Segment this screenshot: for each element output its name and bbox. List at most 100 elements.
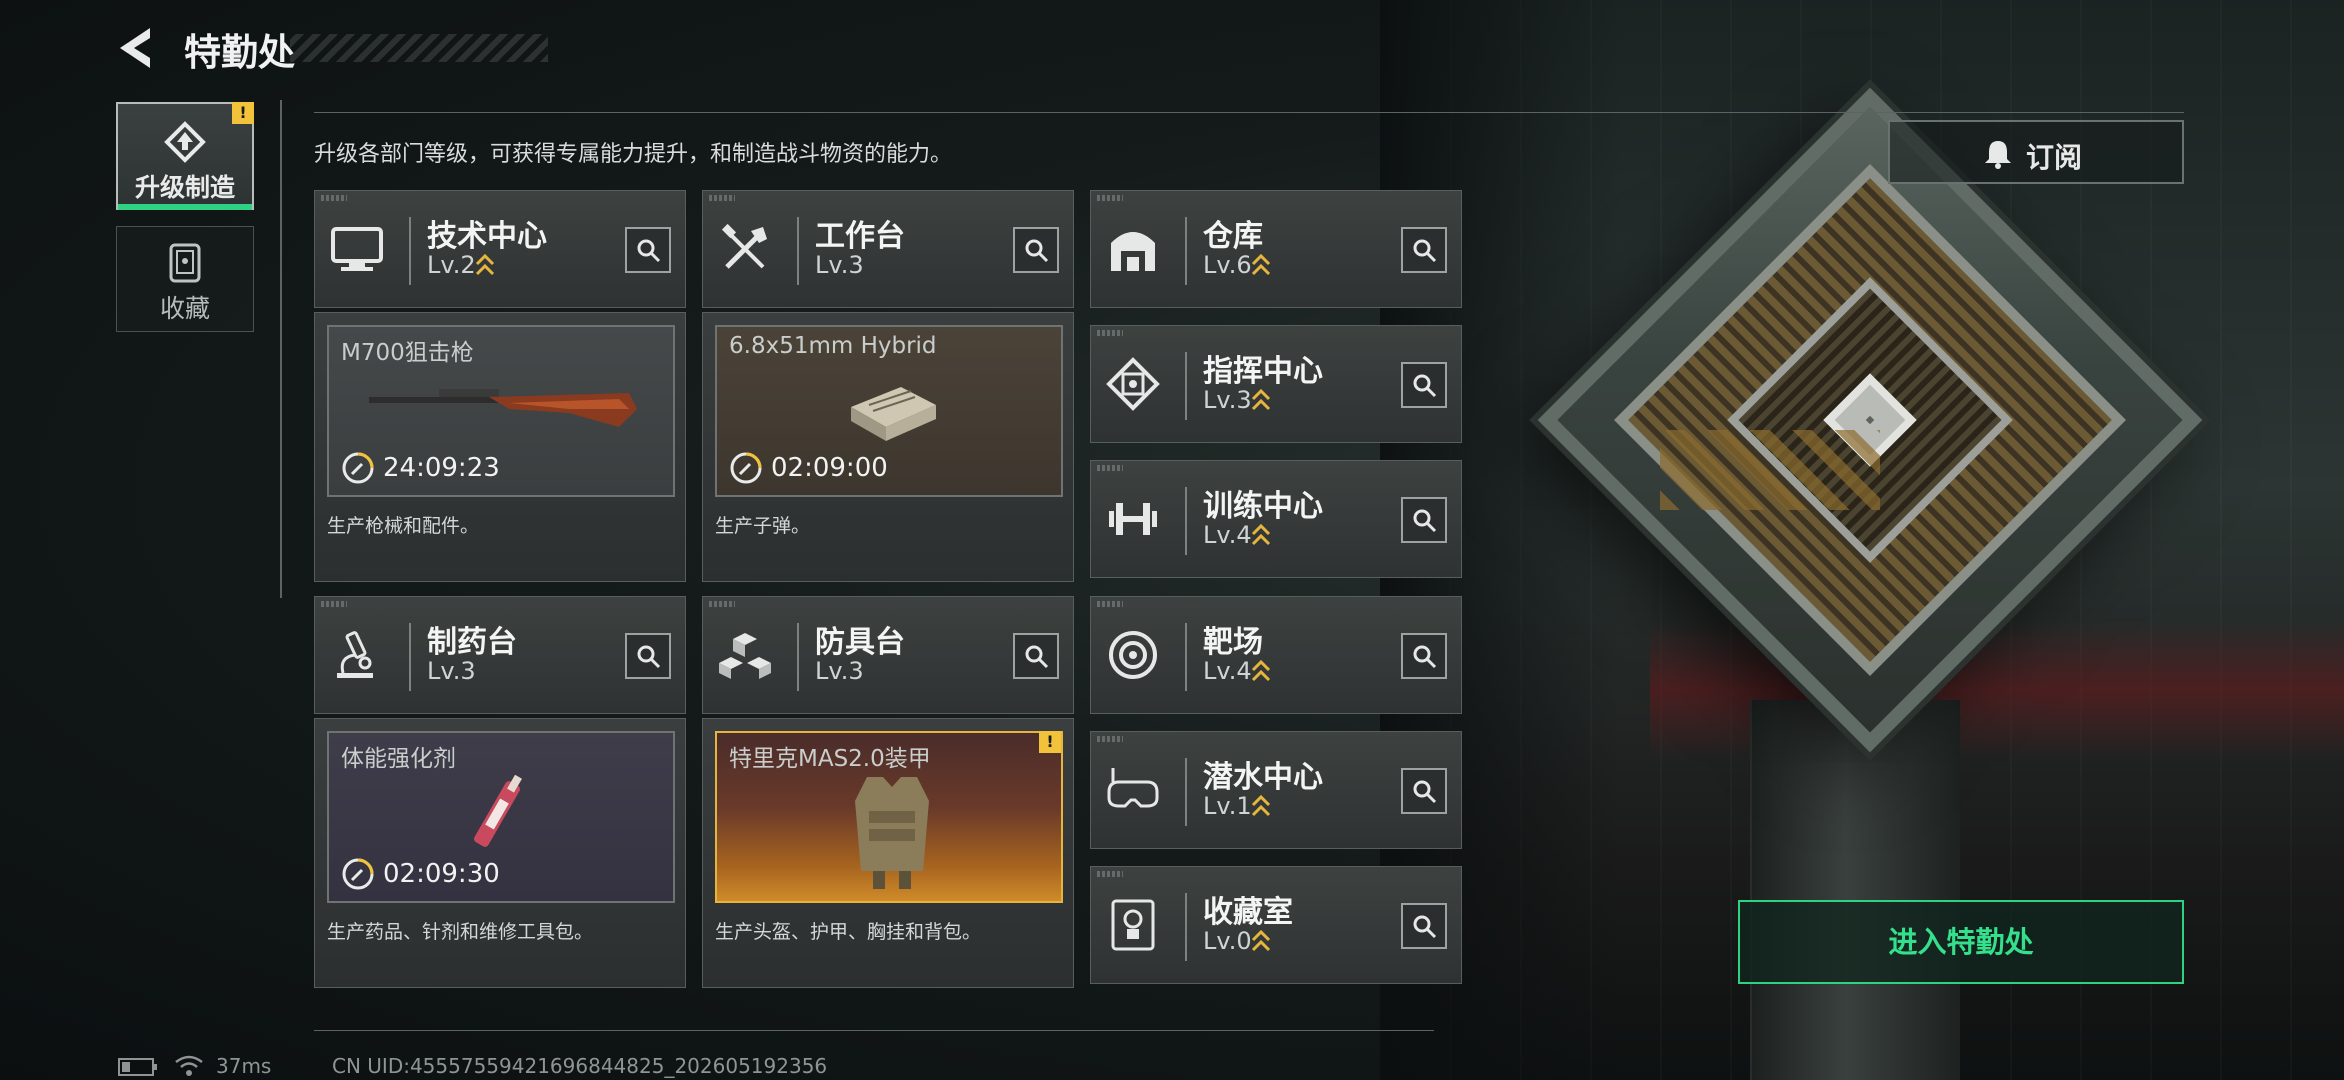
- upgrade-chevron-icon: [1251, 659, 1271, 682]
- bell-icon: [1985, 141, 2011, 169]
- dept-card-warehouse[interactable]: 仓库 Lv.6: [1090, 190, 1462, 308]
- dept-detail-button[interactable]: [1401, 633, 1447, 679]
- wifi-icon: [175, 1055, 203, 1076]
- production-card-armor[interactable]: 特里克MAS2.0装甲 ! 生产头盔、护甲、胸挂和背包。: [702, 718, 1074, 988]
- dept-name: 指挥中心: [1203, 354, 1323, 389]
- production-item-name: 特里克MAS2.0装甲: [729, 746, 931, 772]
- wrench-timer-icon: [342, 858, 374, 890]
- dumbbell-icon: [1109, 503, 1157, 535]
- dept-level: Lv.0: [1203, 927, 1252, 955]
- dept-detail-button[interactable]: [1401, 768, 1447, 814]
- subscribe-label: 订阅: [2026, 141, 2083, 174]
- production-timer: 24:09:23: [383, 453, 500, 483]
- dept-card-diving-center[interactable]: 潜水中心 Lv.1: [1090, 731, 1462, 849]
- dept-level: Lv.3: [1203, 386, 1252, 414]
- dept-detail-button[interactable]: [1401, 227, 1447, 273]
- production-card-ammo[interactable]: 6.8x51mm Hybrid 02:09:00 生产子弹。: [702, 312, 1074, 582]
- search-icon: [1413, 645, 1437, 669]
- tools-icon: [721, 223, 767, 269]
- production-preview[interactable]: M700狙击枪 24:09:23: [327, 325, 675, 497]
- production-preview[interactable]: 6.8x51mm Hybrid 02:09:00: [715, 325, 1063, 497]
- dept-name: 制药台: [427, 625, 517, 660]
- dept-card-tech-center[interactable]: 技术中心 Lv.2: [314, 190, 686, 308]
- dept-level: Lv.2: [427, 251, 476, 279]
- dept-level: Lv.3: [815, 251, 864, 279]
- command-chip-icon: [1106, 357, 1160, 411]
- monitor-icon: [331, 227, 383, 271]
- dept-card-workbench[interactable]: 工作台 Lv.3: [702, 190, 1074, 308]
- dept-level: Lv.4: [1203, 657, 1252, 685]
- diving-mask-icon: [1107, 768, 1159, 808]
- search-icon: [1413, 239, 1437, 263]
- search-icon: [1025, 239, 1049, 263]
- search-icon: [1413, 509, 1437, 533]
- dept-detail-button[interactable]: [1401, 903, 1447, 949]
- subscribe-button[interactable]: 订阅: [1888, 120, 2184, 184]
- production-description: 生产枪械和配件。: [327, 515, 480, 537]
- dept-card-training-center[interactable]: 训练中心 Lv.4: [1090, 460, 1462, 578]
- back-arrow-icon: [120, 28, 150, 68]
- battery-icon: [118, 1058, 157, 1076]
- dept-detail-button[interactable]: [625, 633, 671, 679]
- production-preview[interactable]: 体能强化剂 02:09:30: [327, 731, 675, 903]
- dept-card-pharmacy[interactable]: 制药台 Lv.3: [314, 596, 686, 714]
- bottom-divider: [314, 1030, 1434, 1031]
- dept-level: Lv.3: [815, 657, 864, 685]
- dept-detail-button[interactable]: [1013, 633, 1059, 679]
- upgrade-chevron-icon: [1251, 253, 1271, 276]
- dept-detail-button[interactable]: [1401, 362, 1447, 408]
- title-decoration: [290, 34, 548, 62]
- dept-detail-button[interactable]: [1401, 497, 1447, 543]
- search-icon: [1025, 645, 1049, 669]
- dept-name: 仓库: [1203, 219, 1263, 254]
- dept-card-armor-bench[interactable]: 防具台 Lv.3: [702, 596, 1074, 714]
- search-icon: [1413, 915, 1437, 939]
- upgrade-chevron-icon: [1251, 388, 1271, 411]
- microscope-icon: [337, 631, 373, 678]
- search-icon: [637, 239, 661, 263]
- tab-upgrade-craft[interactable]: 升级制造 !: [116, 102, 254, 210]
- enter-special-ops-button[interactable]: 进入特勤处: [1738, 900, 2184, 984]
- collection-icon: [169, 243, 201, 283]
- dept-detail-button[interactable]: [1013, 227, 1059, 273]
- tab-collection[interactable]: 收藏: [116, 226, 254, 332]
- dept-level: Lv.4: [1203, 521, 1252, 549]
- dept-level: Lv.6: [1203, 251, 1252, 279]
- upgrade-icon: [164, 121, 206, 163]
- dept-detail-button[interactable]: [625, 227, 671, 273]
- production-description: 生产子弹。: [715, 515, 811, 537]
- display-case-icon: [1111, 899, 1155, 951]
- upgrade-chevron-icon: [475, 253, 495, 276]
- warning-badge: !: [232, 102, 254, 124]
- search-icon: [1413, 374, 1437, 398]
- production-timer: 02:09:30: [383, 859, 500, 889]
- production-item-name: M700狙击枪: [341, 340, 474, 366]
- upgrade-chevron-icon: [1251, 929, 1271, 952]
- active-tab-indicator: [118, 204, 252, 210]
- production-card-firearms[interactable]: M700狙击枪 24:09:23 生产枪械和配件。: [314, 312, 686, 582]
- production-description: 生产药品、针剂和维修工具包。: [327, 921, 594, 943]
- wrench-timer-icon: [730, 452, 762, 484]
- wrench-timer-icon: [342, 452, 374, 484]
- intro-text: 升级各部门等级，可获得专属能力提升，和制造战斗物资的能力。: [314, 142, 953, 167]
- ping-text: 37ms: [216, 1054, 272, 1078]
- production-preview[interactable]: 特里克MAS2.0装甲 !: [715, 731, 1063, 903]
- dept-name: 技术中心: [427, 219, 547, 254]
- dept-card-shooting-range[interactable]: 靶场 Lv.4: [1090, 596, 1462, 714]
- back-button[interactable]: [114, 24, 158, 72]
- dept-name: 收藏室: [1203, 895, 1293, 930]
- dept-name: 靶场: [1203, 625, 1263, 660]
- dept-name: 潜水中心: [1203, 760, 1323, 795]
- left-divider: [280, 100, 282, 598]
- uid-text: CN UID:4555755942169684482​5_20260519235…: [332, 1054, 828, 1078]
- dept-card-collection-room[interactable]: 收藏室 Lv.0: [1090, 866, 1462, 984]
- warehouse-icon: [1111, 232, 1155, 271]
- production-card-medicine[interactable]: 体能强化剂 02:09:30 生产药品、针剂和维修工具包。: [314, 718, 686, 988]
- dept-level: Lv.3: [427, 657, 476, 685]
- dept-name: 工作台: [815, 219, 905, 254]
- dept-card-command-center[interactable]: 指挥中心 Lv.3: [1090, 325, 1462, 443]
- search-icon: [1413, 780, 1437, 804]
- rifle-icon: [369, 389, 637, 427]
- production-description: 生产头盔、护甲、胸挂和背包。: [715, 921, 982, 943]
- production-item-name: 6.8x51mm Hybrid: [729, 333, 937, 359]
